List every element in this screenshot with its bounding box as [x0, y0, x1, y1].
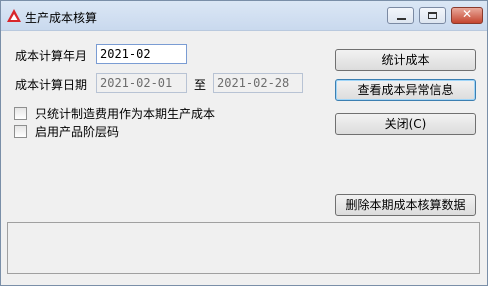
close-window-button[interactable]: ✕	[451, 7, 483, 24]
view-abnormal-info-button[interactable]: 查看成本异常信息	[335, 79, 476, 101]
close-icon: ✕	[461, 7, 473, 21]
app-logo-icon	[7, 9, 21, 22]
close-button[interactable]: 关闭(C)	[335, 113, 476, 135]
enable-product-level-code-label: 启用产品阶层码	[35, 125, 120, 139]
enable-product-level-code-checkbox[interactable]	[14, 125, 27, 138]
manufacturing-cost-only-checkbox[interactable]	[14, 107, 27, 120]
minimize-icon	[397, 18, 406, 20]
status-area	[7, 222, 480, 274]
minimize-button[interactable]	[387, 7, 414, 24]
period-label: 成本计算年月	[15, 49, 88, 63]
calculate-cost-button[interactable]: 统计成本	[335, 49, 476, 71]
date-label: 成本计算日期	[15, 78, 88, 92]
window-title: 生产成本核算	[25, 11, 98, 25]
date-from-input[interactable]: 2021-02-01	[96, 73, 187, 93]
title-bar[interactable]: 生产成本核算 ✕	[1, 1, 487, 31]
dialog-window: 生产成本核算 ✕ 成本计算年月 2021-02 成本计算日期 2021-02-0…	[0, 0, 488, 286]
to-label: 至	[194, 78, 207, 92]
maximize-icon	[428, 12, 437, 19]
period-input[interactable]: 2021-02	[96, 44, 187, 64]
manufacturing-cost-only-label: 只统计制造费用作为本期生产成本	[35, 107, 216, 121]
date-to-input[interactable]: 2021-02-28	[213, 73, 303, 93]
delete-period-data-button[interactable]: 删除本期成本核算数据	[335, 194, 476, 216]
maximize-button[interactable]	[419, 7, 446, 24]
